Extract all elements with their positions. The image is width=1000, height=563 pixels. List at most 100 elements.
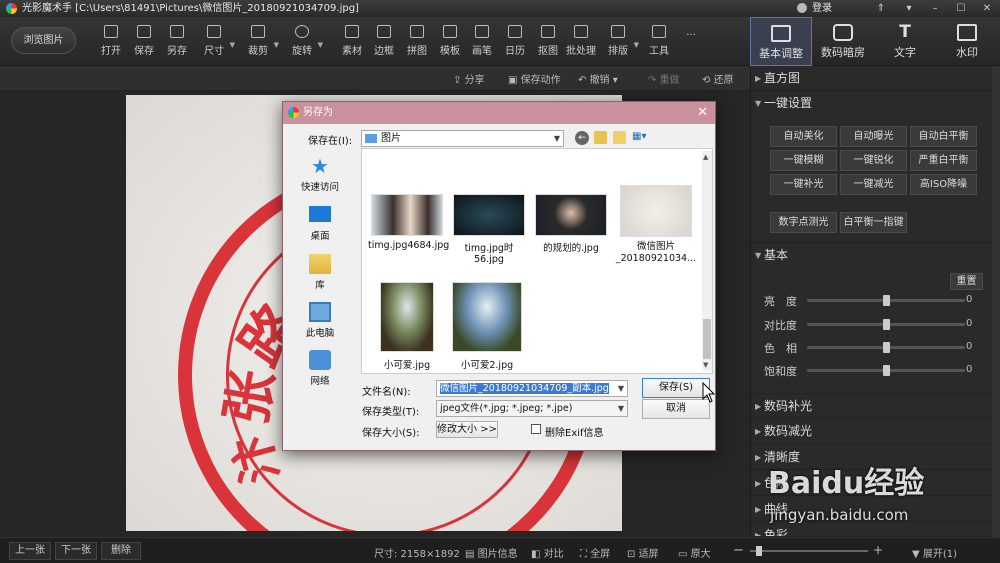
zoom-in-icon[interactable]: + — [873, 543, 883, 557]
slider-knob[interactable] — [883, 342, 890, 353]
save-button[interactable]: 保存 — [129, 23, 159, 63]
dialog-save-button[interactable]: 保存(S) — [642, 378, 710, 398]
resize-dialog-button[interactable]: 修改大小 >> — [436, 421, 498, 438]
open-button[interactable]: 打开 — [96, 23, 126, 63]
tools-button[interactable]: 工具 — [644, 23, 674, 63]
spot-metering-button[interactable]: 数字点测光 — [770, 212, 837, 233]
file-item[interactable]: 的规划的.jpg — [532, 194, 610, 254]
up-folder-icon[interactable] — [594, 131, 607, 144]
rotate-button[interactable]: 旋转 ▼ — [287, 23, 323, 63]
place-network[interactable]: 网络 — [287, 350, 353, 387]
cutout-button[interactable]: 抠图 — [533, 23, 563, 63]
prev-image-button[interactable]: 上一张 — [9, 542, 51, 560]
save-as-button[interactable]: 另存 — [162, 23, 192, 63]
auto-exposure-button[interactable]: 自动曝光 — [840, 126, 907, 147]
remove-exif-checkbox[interactable] — [531, 424, 541, 434]
strong-white-balance-button[interactable]: 严重白平衡 — [910, 150, 977, 171]
brightness-slider[interactable] — [807, 295, 965, 306]
expand-button[interactable]: ▼ 展开(1) — [912, 545, 957, 560]
maximize-icon[interactable]: ☐ — [948, 1, 974, 16]
section-one-click[interactable]: ▼ 一键设置 — [751, 91, 1000, 116]
share-button[interactable]: ⇪ 分享 — [453, 71, 485, 86]
contrast-slider[interactable] — [807, 319, 965, 330]
scroll-up-icon[interactable]: ▲ — [703, 153, 708, 161]
zoom-slider[interactable] — [750, 546, 868, 556]
new-folder-icon[interactable] — [613, 131, 626, 144]
zoom-out-icon[interactable]: − — [733, 543, 744, 558]
skin-icon[interactable]: ⇑ — [868, 1, 894, 16]
file-item[interactable]: 小可爱.jpg — [376, 282, 438, 371]
minimize-icon[interactable]: – — [922, 1, 948, 16]
brush-button[interactable]: 画笔 — [467, 23, 497, 63]
file-list[interactable]: timg.jpg4684.jpg timg.jpg时56.jpg 的规划的.jp… — [361, 148, 713, 374]
batch-button[interactable]: 批处理 — [565, 23, 597, 63]
login-link[interactable]: 登录 — [812, 0, 832, 17]
tab-basic-adjust[interactable]: 基本调整 — [750, 17, 812, 66]
view-menu-icon[interactable]: ▦▾ — [632, 131, 652, 144]
save-action-button[interactable]: ▣ 保存动作 — [508, 71, 561, 86]
fit-screen-button[interactable]: ⊡ 适屏 — [627, 545, 659, 560]
file-item[interactable]: 微信图片_20180921034... — [614, 185, 698, 265]
resize-button[interactable]: 尺寸 ▼ — [199, 23, 235, 63]
slider-knob[interactable] — [883, 365, 890, 376]
menu-icon[interactable]: ▾ — [896, 1, 922, 16]
place-quick-access[interactable]: ★ 快速访问 — [287, 156, 353, 193]
auto-white-balance-button[interactable]: 自动白平衡 — [910, 126, 977, 147]
zoom-knob[interactable] — [756, 546, 762, 556]
one-click-blur-button[interactable]: 一键模糊 — [770, 150, 837, 171]
calendar-button[interactable]: 日历 — [500, 23, 530, 63]
dialog-close-icon[interactable]: ✕ — [697, 102, 708, 124]
collage-button[interactable]: 拼图 — [402, 23, 432, 63]
place-desktop[interactable]: 桌面 — [287, 206, 353, 242]
auto-beautify-button[interactable]: 自动美化 — [770, 126, 837, 147]
reduce-light-button[interactable]: 一键减光 — [840, 174, 907, 195]
file-item[interactable]: timg.jpg4684.jpg — [368, 194, 449, 251]
tab-watermark[interactable]: 水印 — [936, 17, 998, 66]
file-list-scrollbar[interactable]: ▲ ▼ — [702, 151, 712, 371]
fill-light-button[interactable]: 一键补光 — [770, 174, 837, 195]
tab-digital-darkroom[interactable]: 数码暗房 — [812, 17, 874, 66]
compare-button[interactable]: ◧ 对比 — [531, 545, 564, 560]
place-this-pc[interactable]: 此电脑 — [287, 302, 353, 339]
template-button[interactable]: 模板 — [435, 23, 465, 63]
filetype-select[interactable]: jpeg文件(*.jpg; *.jpeg; *.jpe) ▼ — [436, 400, 628, 417]
chevron-down-icon[interactable]: ▼ — [617, 381, 624, 396]
file-item[interactable]: 小可爱2.jpg — [450, 282, 524, 371]
white-balance-picker-button[interactable]: 白平衡一指键 — [840, 212, 907, 233]
delete-button[interactable]: 删除 — [101, 542, 141, 560]
restore-button[interactable]: ⟲ 还原 — [702, 71, 734, 86]
chevron-down-icon[interactable]: ▼ — [318, 41, 323, 49]
dialog-cancel-button[interactable]: 取消 — [642, 399, 710, 419]
layout-button[interactable]: 排版 ▼ — [603, 23, 639, 63]
file-item[interactable]: timg.jpg时56.jpg — [450, 194, 528, 265]
original-size-button[interactable]: ▭ 原大 — [678, 545, 711, 560]
image-info-button[interactable]: ▤ 图片信息 — [465, 545, 518, 560]
saturation-slider[interactable] — [807, 365, 965, 376]
crop-button[interactable]: 裁剪 ▼ — [243, 23, 279, 63]
next-image-button[interactable]: 下一张 — [55, 542, 97, 560]
back-icon[interactable]: ← — [575, 131, 589, 145]
slider-knob[interactable] — [883, 295, 890, 306]
fullscreen-button[interactable]: ⛶ 全屏 — [580, 545, 610, 560]
chevron-down-icon[interactable]: ▼ — [230, 41, 235, 49]
slider-knob[interactable] — [883, 319, 890, 330]
one-click-sharpen-button[interactable]: 一键锐化 — [840, 150, 907, 171]
section-histogram[interactable]: ▶ 直方图 — [751, 66, 1000, 91]
more-button[interactable]: ... — [676, 27, 706, 67]
close-icon[interactable]: ✕ — [974, 1, 1000, 16]
section-reduce-light[interactable]: ▶ 数码减光 — [751, 419, 1000, 444]
scroll-thumb[interactable] — [703, 319, 711, 359]
place-library[interactable]: 库 — [287, 254, 353, 291]
save-in-combo[interactable]: 图片 ▼ — [361, 130, 564, 147]
section-fill-light[interactable]: ▶ 数码补光 — [751, 393, 1000, 418]
reset-button[interactable]: 重置 — [950, 273, 983, 290]
chevron-down-icon[interactable]: ▼ — [634, 41, 639, 49]
chevron-down-icon[interactable]: ▾ — [610, 75, 618, 86]
border-button[interactable]: 边框 — [369, 23, 399, 63]
chevron-down-icon[interactable]: ▼ — [274, 41, 279, 49]
section-basic[interactable]: ▼ 基本 — [751, 242, 1000, 267]
material-button[interactable]: 素材 — [337, 23, 367, 63]
scroll-down-icon[interactable]: ▼ — [703, 361, 708, 369]
filename-input[interactable]: 微信图片_20180921034709_副本.jpg ▼ — [436, 380, 628, 397]
hue-slider[interactable] — [807, 342, 965, 353]
